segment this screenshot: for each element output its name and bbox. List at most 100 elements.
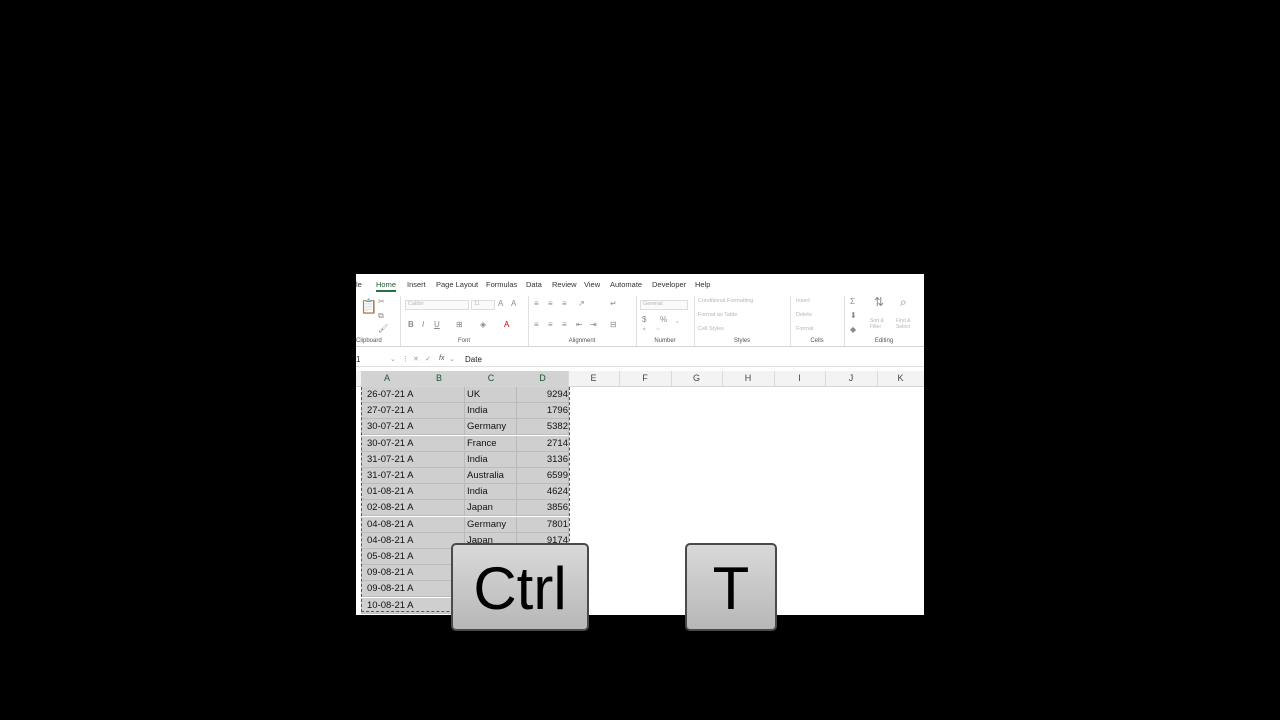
date-cell[interactable]: 31-07-21 A — [361, 468, 465, 484]
format-painter-icon[interactable]: 🖌 — [378, 325, 388, 333]
align-bottom-icon[interactable]: ≡ — [562, 300, 567, 308]
find-select-icon[interactable]: ⌕ — [900, 296, 907, 308]
column-header-a[interactable]: A — [361, 371, 414, 386]
merge-center-icon[interactable]: ⊟ — [610, 321, 617, 329]
align-middle-icon[interactable]: ≡ — [548, 300, 553, 308]
country-cell[interactable]: Germany — [465, 419, 517, 436]
table-row[interactable]: 31-07-21 A India 3136 — [361, 451, 569, 468]
clear-icon[interactable]: ◆ — [850, 326, 856, 334]
tab-data[interactable]: Data — [526, 280, 542, 289]
column-header-e[interactable]: E — [568, 371, 620, 386]
increase-decimal-icon[interactable]: ⁺ — [642, 327, 646, 335]
amount-cell[interactable]: 2714 — [517, 435, 569, 452]
font-color-icon[interactable]: A — [504, 321, 509, 329]
name-box-dropdown-icon[interactable]: ⌄ — [390, 355, 396, 363]
copy-icon[interactable]: ⧉ — [378, 312, 384, 320]
amount-cell[interactable]: 1796 — [517, 403, 569, 420]
column-header-h[interactable]: H — [722, 371, 775, 386]
increase-font-icon[interactable]: A — [498, 300, 503, 308]
cut-icon[interactable]: ✂ — [378, 298, 385, 306]
tab-developer[interactable]: Developer — [652, 280, 686, 289]
delete-cells[interactable]: Delete — [796, 312, 812, 318]
amount-cell[interactable]: 6599 — [517, 468, 569, 484]
column-header-i[interactable]: I — [774, 371, 826, 386]
column-header-j[interactable]: J — [825, 371, 878, 386]
number-format-box[interactable]: General — [640, 300, 688, 310]
column-header-k[interactable]: K — [877, 371, 924, 386]
date-cell[interactable]: 09-08-21 A — [361, 565, 465, 582]
bold-icon[interactable]: B — [408, 321, 414, 329]
font-size-box[interactable]: 11 — [471, 300, 495, 310]
column-header-b[interactable]: B — [413, 371, 466, 386]
country-cell[interactable]: Germany — [465, 516, 517, 533]
insert-function-icon[interactable]: fx — [439, 355, 444, 362]
table-row[interactable]: 02-08-21 A Japan 3856 — [361, 500, 569, 517]
date-cell[interactable]: 01-08-21 A — [361, 484, 465, 501]
column-header-f[interactable]: F — [619, 371, 672, 386]
format-cells[interactable]: Format — [796, 326, 813, 332]
wrap-text-icon[interactable]: ↵ — [610, 300, 617, 308]
tab-automate[interactable]: Automate — [610, 280, 642, 289]
table-row[interactable]: 27-07-21 A India 1796 — [361, 403, 569, 420]
tab-view[interactable]: View — [584, 280, 600, 289]
decrease-font-icon[interactable]: A — [511, 300, 516, 308]
decrease-decimal-icon[interactable]: ⁻ — [656, 327, 660, 335]
tab-home[interactable]: Home — [376, 280, 397, 292]
borders-icon[interactable]: ⊞ — [456, 321, 463, 329]
date-cell[interactable]: 26-07-21 A — [361, 387, 465, 403]
date-cell[interactable]: 05-08-21 A — [361, 549, 465, 565]
sort-filter[interactable]: Sort & Filter — [870, 318, 894, 330]
country-cell[interactable]: France — [465, 435, 517, 452]
underline-icon[interactable]: U — [434, 321, 440, 329]
date-cell[interactable]: 02-08-21 A — [361, 500, 465, 517]
date-cell[interactable]: 04-08-21 A — [361, 532, 465, 549]
comma-icon[interactable]: , — [676, 316, 678, 324]
enter-icon[interactable]: ✓ — [425, 355, 431, 363]
date-cell[interactable]: 31-07-21 A — [361, 451, 465, 468]
paste-icon[interactable]: 📋 — [360, 299, 377, 313]
amount-cell[interactable]: 5382 — [517, 419, 569, 436]
country-cell[interactable]: India — [465, 451, 517, 468]
amount-cell[interactable]: 3856 — [517, 500, 569, 517]
country-cell[interactable]: Australia — [465, 468, 517, 484]
fill-icon[interactable]: ⬇ — [850, 312, 857, 320]
date-cell[interactable]: 09-08-21 A — [361, 581, 465, 598]
align-top-icon[interactable]: ≡ — [534, 300, 539, 308]
formula-content[interactable]: Date — [465, 355, 482, 364]
column-header-d[interactable]: D — [517, 371, 569, 386]
cell-styles[interactable]: Cell Styles — [698, 326, 724, 332]
orientation-icon[interactable]: ↗ — [578, 300, 585, 308]
currency-icon[interactable]: $ — [642, 316, 646, 324]
amount-cell[interactable]: 4624 — [517, 484, 569, 501]
table-row[interactable]: 04-08-21 A Germany 7801 — [361, 516, 569, 533]
conditional-formatting[interactable]: Conditional Formatting — [698, 298, 753, 304]
tab-help[interactable]: Help — [695, 280, 710, 289]
align-center-icon[interactable]: ≡ — [548, 321, 553, 329]
column-header-c[interactable]: C — [465, 371, 518, 386]
amount-cell[interactable]: 3136 — [517, 451, 569, 468]
country-cell[interactable]: Japan — [465, 500, 517, 517]
table-row[interactable]: 30-07-21 A Germany 5382 — [361, 419, 569, 436]
table-row[interactable]: 31-07-21 A Australia 6599 — [361, 468, 569, 484]
country-cell[interactable]: India — [465, 403, 517, 420]
insert-cells[interactable]: Insert — [796, 298, 810, 304]
table-row[interactable]: 30-07-21 A France 2714 — [361, 435, 569, 452]
amount-cell[interactable]: 7801 — [517, 516, 569, 533]
name-box[interactable]: 1 — [356, 355, 360, 364]
amount-cell[interactable]: 9294 — [517, 387, 569, 403]
cancel-icon[interactable]: ✕ — [413, 355, 419, 363]
country-cell[interactable]: UK — [465, 387, 517, 403]
date-cell[interactable]: 30-07-21 A — [361, 435, 465, 452]
table-row[interactable]: 01-08-21 A India 4624 — [361, 484, 569, 501]
tab-formulas[interactable]: Formulas — [486, 280, 517, 289]
format-as-table[interactable]: Format as Table — [698, 312, 737, 318]
decrease-indent-icon[interactable]: ⇤ — [576, 321, 583, 329]
tab-file[interactable]: le — [356, 280, 362, 289]
country-cell[interactable]: India — [465, 484, 517, 501]
date-cell[interactable]: 30-07-21 A — [361, 419, 465, 436]
fill-color-icon[interactable]: ◈ — [480, 321, 486, 329]
find-select[interactable]: Find & Select — [896, 318, 922, 330]
increase-indent-icon[interactable]: ⇥ — [590, 321, 597, 329]
autosum-icon[interactable]: Σ — [850, 298, 855, 306]
date-cell[interactable]: 04-08-21 A — [361, 516, 465, 533]
